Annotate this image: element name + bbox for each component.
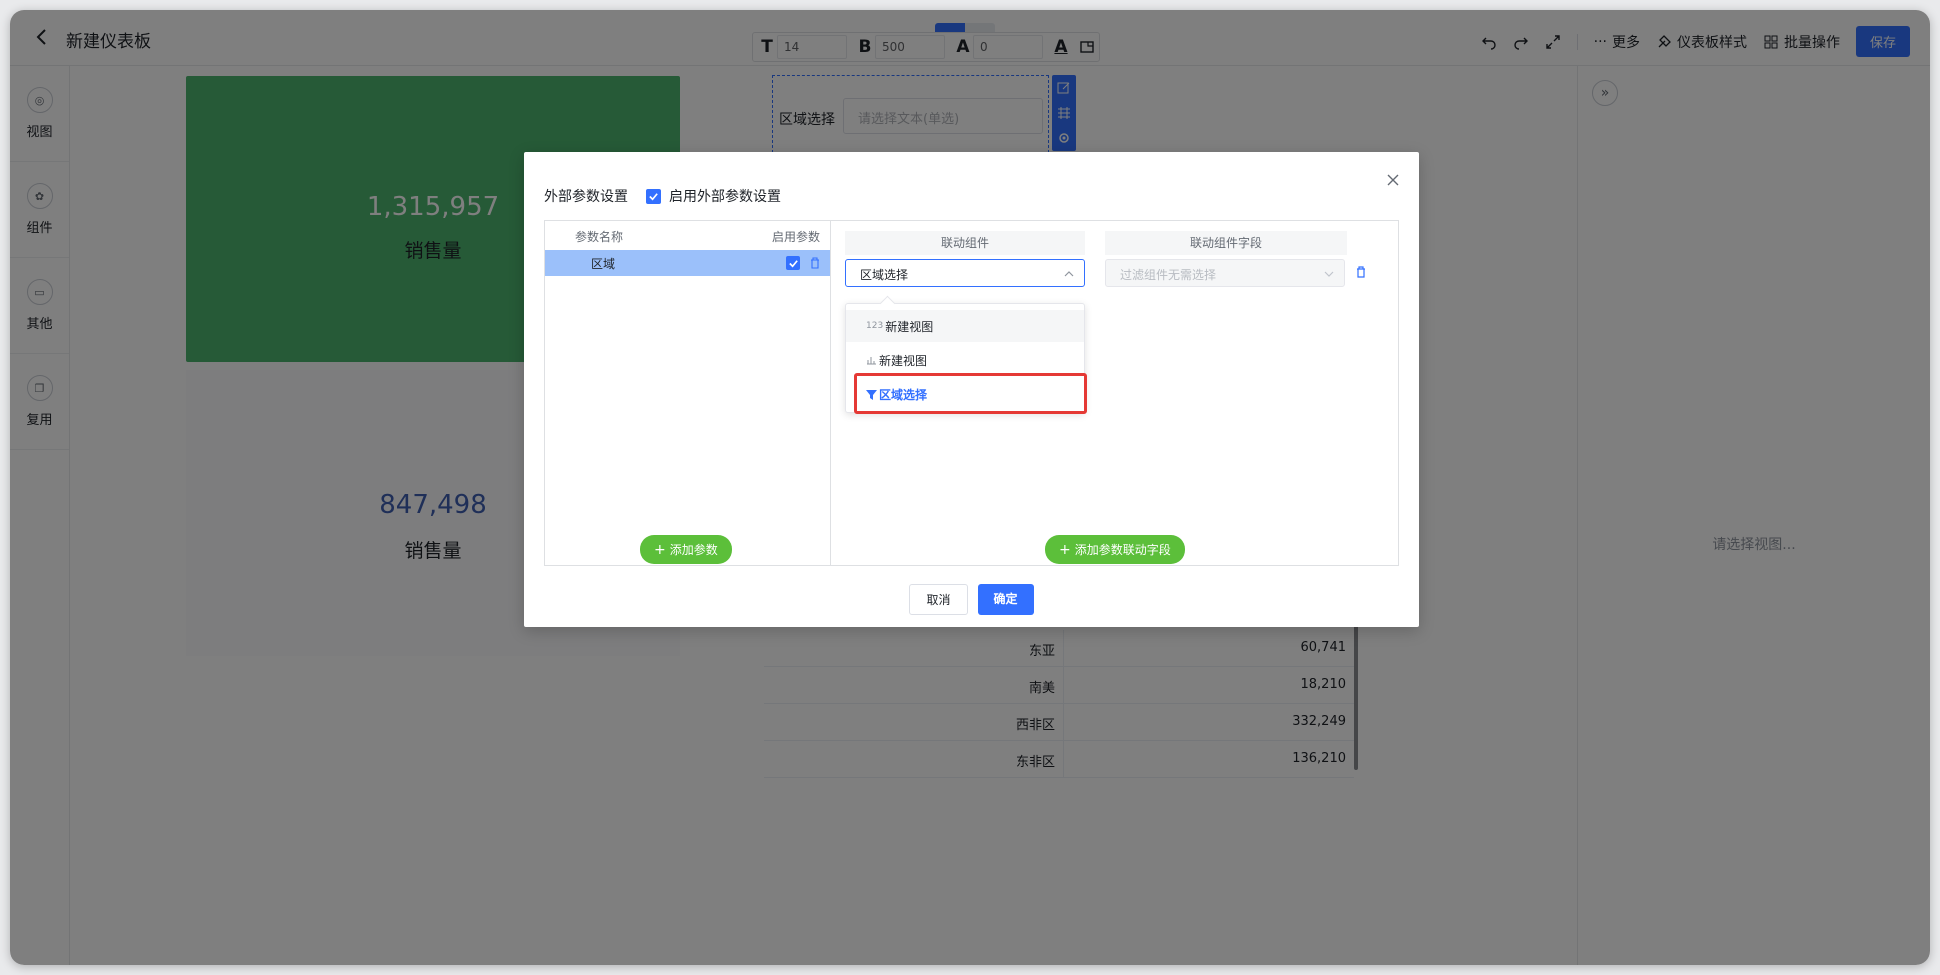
linked-field-header: 联动组件字段 [1105, 231, 1347, 255]
dialog-title: 外部参数设置 [544, 189, 628, 205]
close-icon[interactable] [1385, 172, 1401, 188]
linked-field-select[interactable]: 过滤组件无需选择 [1105, 259, 1345, 287]
dropdown-option[interactable]: 123 新建视图 [846, 310, 1084, 342]
chevron-up-icon [1064, 271, 1074, 277]
checkbox-checked-icon [646, 188, 661, 204]
option-label: 新建视图 [885, 319, 934, 334]
highlight-box [854, 373, 1087, 414]
linked-field-placeholder: 过滤组件无需选择 [1120, 268, 1217, 282]
add-param-button[interactable]: + 添加参数 [640, 535, 732, 564]
option-label: 新建视图 [879, 353, 928, 368]
param-row[interactable]: 区域 [545, 250, 830, 276]
linked-component-select[interactable]: 区域选择 [845, 259, 1085, 287]
add-link-label: 添加参数联动字段 [1074, 543, 1171, 557]
dropdown-option[interactable]: 新建视图 [846, 344, 1084, 376]
enable-external-params-checkbox[interactable]: 启用外部参数设置 [646, 186, 781, 206]
add-link-field-button[interactable]: + 添加参数联动字段 [1045, 535, 1185, 564]
params-pane: 参数名称 启用参数 区域 + 添加参数 [545, 221, 831, 565]
chevron-down-icon [1324, 271, 1334, 277]
cancel-button[interactable]: 取消 [909, 584, 968, 615]
external-params-dialog: 外部参数设置 启用外部参数设置 参数名称 启用参数 区域 +添加参数 联动组件 [524, 152, 1419, 627]
enable-label: 启用外部参数设置 [669, 189, 781, 205]
dialog-footer: 取消 确定 [524, 584, 1419, 615]
dialog-header: 外部参数设置 启用外部参数设置 [544, 186, 781, 206]
param-name-header: 参数名称 [575, 230, 624, 244]
param-enable-header: 启用参数 [771, 230, 820, 244]
confirm-button[interactable]: 确定 [977, 584, 1034, 615]
params-header: 参数名称 启用参数 [545, 221, 830, 249]
plus-icon: + [1059, 542, 1071, 558]
bar-chart-icon [867, 357, 876, 365]
delete-icon[interactable] [808, 256, 822, 270]
plus-icon: + [654, 542, 666, 558]
dialog-body: 参数名称 启用参数 区域 + 添加参数 联动组件 联动组件字段 区域选择 过滤组件… [544, 220, 1399, 566]
number-chart-icon: 123 [866, 321, 884, 331]
param-enable-checkbox[interactable] [786, 256, 800, 270]
linked-component-header: 联动组件 [845, 231, 1085, 255]
app-window: 新建仪表板 T14 B500 A0 A ···更多 仪表板样式 批量操作 保存 … [10, 10, 1930, 965]
param-name: 区域 [591, 256, 616, 271]
delete-link-icon[interactable] [1354, 265, 1368, 279]
linked-component-value: 区域选择 [860, 268, 909, 282]
add-param-label: 添加参数 [669, 543, 718, 557]
